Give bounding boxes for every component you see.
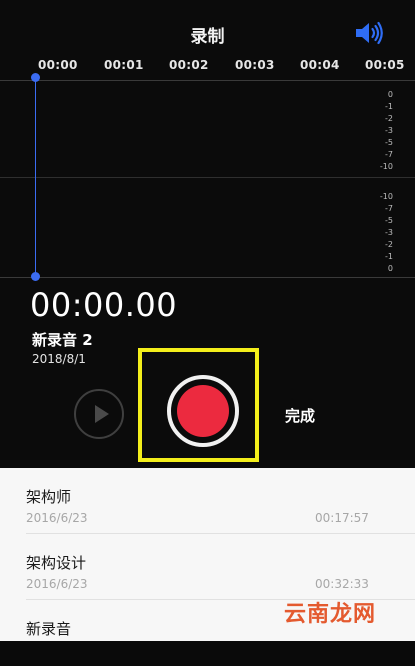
play-icon xyxy=(95,405,109,423)
highlight-box xyxy=(138,348,259,462)
db-label: -1 xyxy=(385,102,393,111)
speaker-volume-icon[interactable] xyxy=(354,20,384,46)
db-scale: 0 -1 -2 -3 -5 -7 -10 -10 -7 -5 -3 -2 -1 … xyxy=(373,90,393,276)
item-date: 2016/6/23 xyxy=(26,511,88,525)
db-label: -7 xyxy=(385,204,393,213)
play-button[interactable] xyxy=(74,389,124,439)
db-label: -2 xyxy=(385,240,393,249)
list-item[interactable]: 架构设计 2016/6/23 00:32:33 xyxy=(0,534,415,600)
list-item[interactable]: 架构师 2016/6/23 00:17:57 xyxy=(0,468,415,534)
timeline-tick: 00:02 xyxy=(169,58,209,72)
item-title: 架构设计 xyxy=(26,554,87,572)
waveform-area: 0 -1 -2 -3 -5 -7 -10 -10 -7 -5 -3 -2 -1 … xyxy=(0,81,415,278)
waveform-center-line xyxy=(0,177,415,178)
timeline-tick: 00:00 xyxy=(38,58,78,72)
playhead-line[interactable] xyxy=(35,76,36,278)
db-label: -10 xyxy=(379,192,393,201)
item-date: 2016/6/23 xyxy=(26,577,88,591)
db-label: 0 xyxy=(387,90,393,99)
done-button[interactable]: 完成 xyxy=(285,405,315,426)
elapsed-time: 00:00.00 xyxy=(30,286,178,324)
db-label: -5 xyxy=(385,216,393,225)
db-label: -3 xyxy=(385,228,393,237)
recording-name[interactable]: 新录音 2 xyxy=(32,329,93,350)
recorder-panel: 录制 00:00 00:01 00:02 00:03 00:04 00:05 0… xyxy=(0,0,415,468)
timeline-tick: 00:04 xyxy=(300,58,340,72)
db-label: -10 xyxy=(379,162,393,171)
item-duration: 00:32:33 xyxy=(315,577,369,591)
playhead-handle-top[interactable] xyxy=(31,73,40,82)
recording-date: 2018/8/1 xyxy=(32,352,86,366)
timeline-tick: 00:03 xyxy=(235,58,275,72)
db-label: -1 xyxy=(385,252,393,261)
watermark-logo: 云南龙网 xyxy=(284,602,377,627)
db-label: 0 xyxy=(387,264,393,273)
timeline-ruler: 00:00 00:01 00:02 00:03 00:04 00:05 xyxy=(0,58,415,78)
item-duration: 00:17:57 xyxy=(315,511,369,525)
timeline-tick: 00:05 xyxy=(365,58,405,72)
item-title: 架构师 xyxy=(26,488,72,506)
page-title: 录制 xyxy=(190,27,225,47)
db-label: -2 xyxy=(385,114,393,123)
db-label: -3 xyxy=(385,126,393,135)
item-title: 新录音 xyxy=(26,620,72,638)
timeline-tick: 00:01 xyxy=(104,58,144,72)
playhead-handle-bottom[interactable] xyxy=(31,272,40,281)
db-label: -5 xyxy=(385,138,393,147)
db-label: -7 xyxy=(385,150,393,159)
